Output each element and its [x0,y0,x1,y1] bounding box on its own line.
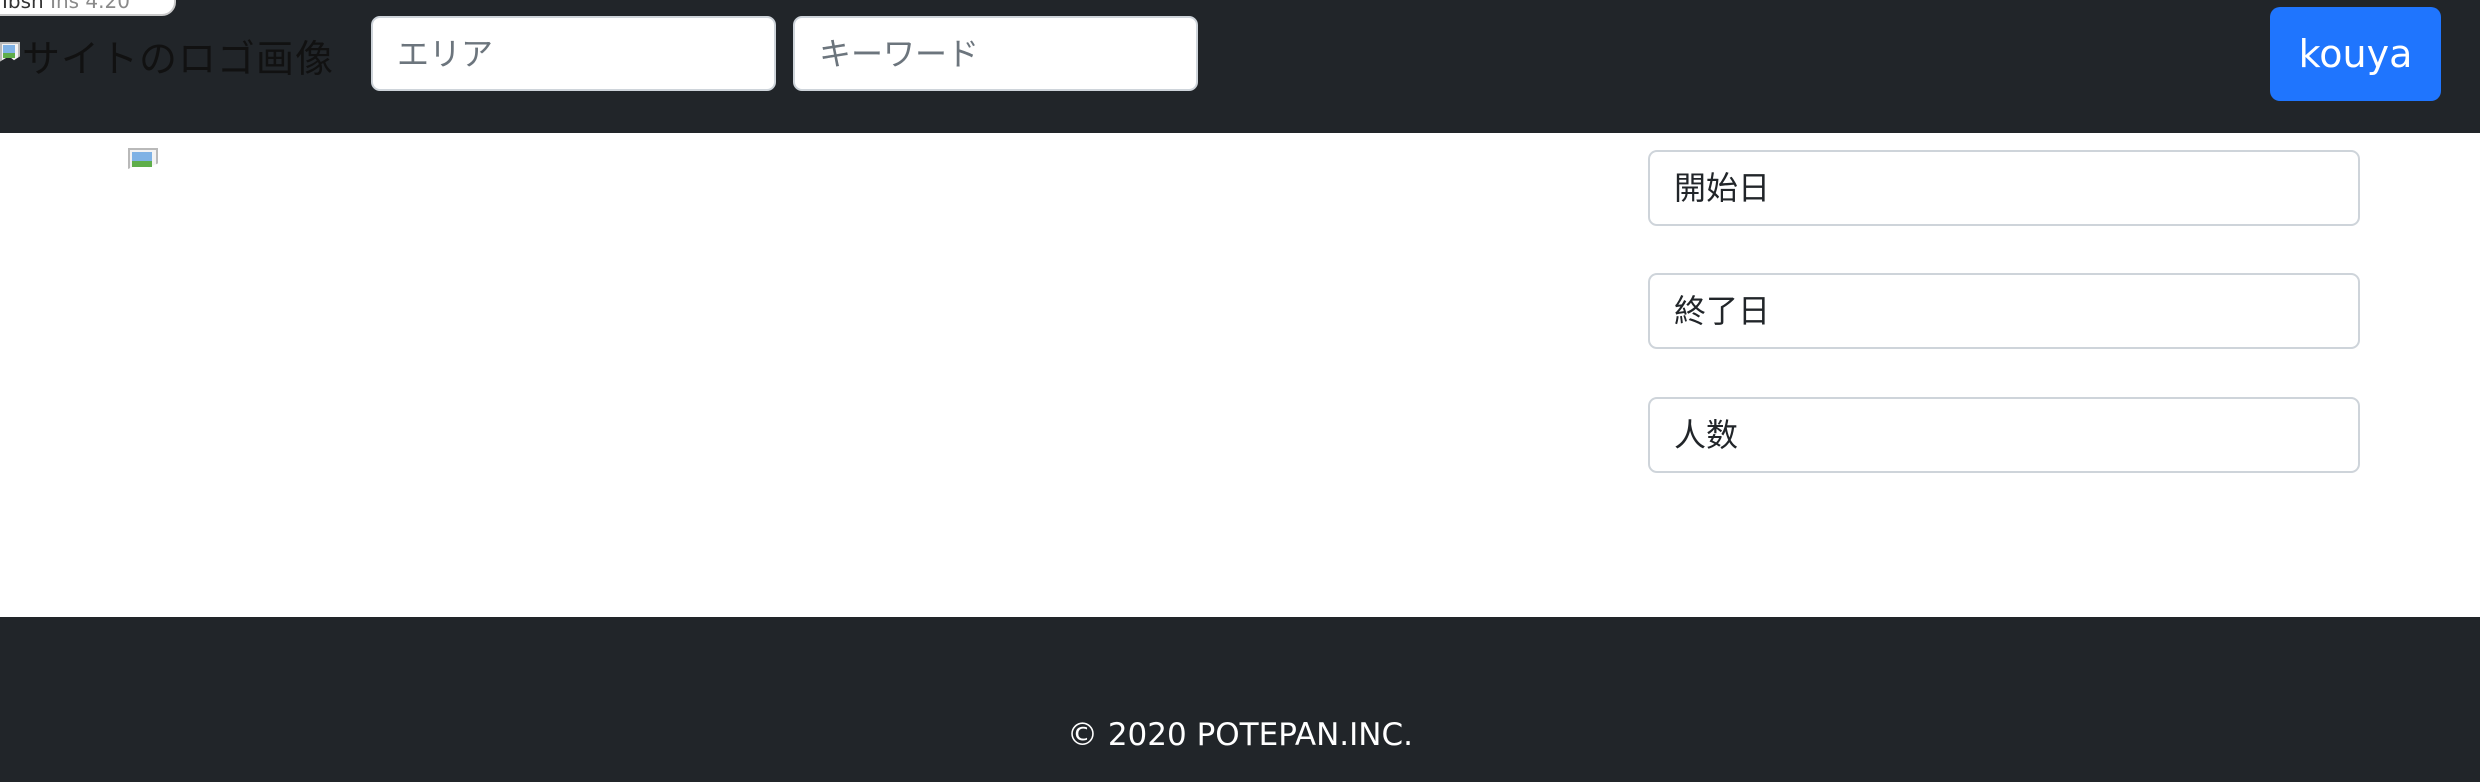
guest-count-input[interactable] [1648,397,2360,473]
tooltip-muted-text: Ins 4.20 [50,0,130,13]
copyright-text: © 2020 POTEPAN.INC. [1066,717,1413,753]
area-search-input[interactable] [371,16,776,91]
site-logo-alt-text: サイトのロゴ画像 [22,36,335,81]
broken-image-icon [0,42,20,68]
page: サイトのロゴ画像 Ibsn Ins 4.20 kouya © 2020 POTE… [0,0,2480,782]
keyword-search-input[interactable] [793,16,1198,91]
footer: © 2020 POTEPAN.INC. [0,617,2480,782]
site-logo-link[interactable]: サイトのロゴ画像 [0,30,335,81]
start-date-input[interactable] [1648,150,2360,226]
tooltip-text: Ibsn [2,0,44,13]
broken-main-image-icon [128,148,160,180]
navbar: サイトのロゴ画像 Ibsn Ins 4.20 kouya [0,0,2480,133]
tooltip-bubble: Ibsn Ins 4.20 [0,0,176,16]
user-menu-button[interactable]: kouya [2270,7,2441,101]
end-date-input[interactable] [1648,273,2360,349]
